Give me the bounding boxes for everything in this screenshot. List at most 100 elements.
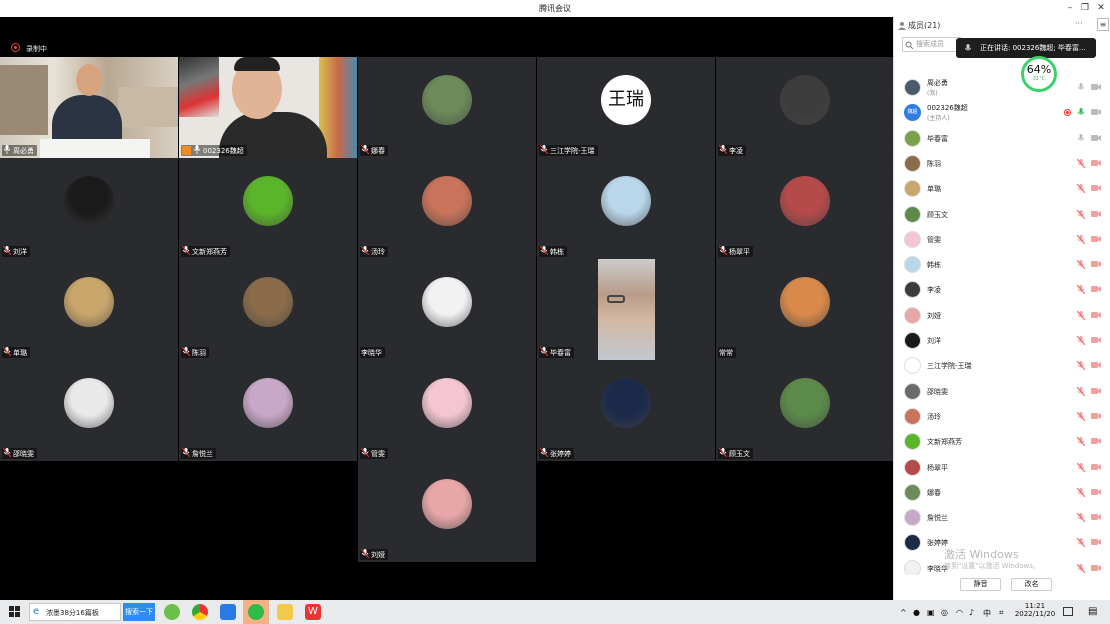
wps-icon[interactable]: W xyxy=(305,604,321,620)
volume-icon[interactable]: ♪ xyxy=(969,608,974,617)
tencent-meeting-icon[interactable] xyxy=(220,604,236,620)
mic-muted-icon[interactable] xyxy=(1076,563,1086,574)
member-row[interactable]: 三江学院-王瑞 xyxy=(894,353,1110,378)
participant-tile[interactable]: 杨翠平 xyxy=(716,158,894,259)
mic-muted-icon[interactable] xyxy=(1076,183,1086,194)
member-row[interactable]: 周必勇 (我) xyxy=(894,75,1110,100)
tray-mic-icon[interactable]: ● xyxy=(913,608,920,617)
participant-tile[interactable]: 李凌 xyxy=(716,57,894,158)
mic-muted-icon[interactable] xyxy=(1076,209,1086,219)
search-button[interactable]: 搜索一下 xyxy=(123,603,155,621)
minimize-icon[interactable]: – xyxy=(1063,2,1077,15)
participant-tile[interactable]: 单璐 xyxy=(0,259,178,360)
clock[interactable]: 11:21 2022/11/20 xyxy=(1014,602,1056,618)
participant-tile[interactable]: 周必勇 xyxy=(0,57,178,158)
camera-off-icon[interactable] xyxy=(1091,463,1101,471)
member-row[interactable]: 刘娅 xyxy=(894,303,1110,328)
mic-muted-icon[interactable] xyxy=(1076,462,1086,472)
mic-muted-icon[interactable] xyxy=(1076,310,1086,321)
camera-off-icon[interactable] xyxy=(1091,285,1101,293)
participant-tile[interactable]: 常常 xyxy=(716,259,894,360)
restore-icon[interactable]: ❐ xyxy=(1078,2,1092,15)
participant-tile[interactable]: 刘娅 xyxy=(358,461,536,562)
member-row[interactable]: 杨翠平 xyxy=(894,455,1110,480)
participant-tile[interactable]: 刘洋 xyxy=(0,158,178,259)
more-options-icon[interactable]: ··· xyxy=(1075,19,1083,28)
participant-tile[interactable]: 韩栋 xyxy=(537,158,715,259)
participant-tile[interactable]: 汤玲 xyxy=(358,158,536,259)
participant-tile[interactable]: 002326魏超 xyxy=(179,57,357,158)
camera-icon[interactable] xyxy=(1091,134,1101,142)
participant-tile[interactable]: 王瑞 三江学院-王瑞 xyxy=(537,57,715,158)
mic-muted-icon[interactable] xyxy=(1076,487,1086,498)
chrome-icon[interactable] xyxy=(192,604,208,620)
participant-tile[interactable]: 管雯 xyxy=(358,360,536,461)
camera-off-icon[interactable] xyxy=(1091,387,1101,395)
mic-muted-icon[interactable] xyxy=(1076,538,1086,548)
camera-off-icon[interactable] xyxy=(1091,260,1101,268)
tray-app-icon[interactable]: ▣ xyxy=(927,608,935,617)
participant-tile[interactable]: 文新郑燕芳 xyxy=(179,158,357,259)
camera-off-icon[interactable] xyxy=(1091,336,1101,344)
panel-menu-icon[interactable]: ≡ xyxy=(1097,18,1109,31)
mic-muted-icon[interactable] xyxy=(1076,436,1086,447)
camera-off-icon[interactable] xyxy=(1091,361,1101,369)
mic-muted-icon[interactable] xyxy=(1076,411,1086,422)
camera-off-icon[interactable] xyxy=(1091,564,1101,572)
tray-expand-icon[interactable]: ^ xyxy=(900,608,907,617)
participant-tile[interactable]: 邵晓雯 xyxy=(0,360,178,461)
mic-muted-icon[interactable] xyxy=(1076,386,1086,396)
participant-tile[interactable]: 张婷婷 xyxy=(537,360,715,461)
member-row[interactable]: 毕春富 xyxy=(894,126,1110,151)
participant-tile[interactable]: 李晓华 xyxy=(358,259,536,360)
tray-ime-icon[interactable]: ◎ xyxy=(941,608,948,617)
participant-tile[interactable]: 娜春 xyxy=(358,57,536,158)
camera-icon[interactable] xyxy=(1091,108,1101,116)
camera-off-icon[interactable] xyxy=(1091,513,1101,521)
keyboard-icon[interactable]: ⌗ xyxy=(999,608,1004,618)
camera-off-icon[interactable] xyxy=(1091,412,1101,420)
member-row[interactable]: 韩栋 xyxy=(894,252,1110,277)
mute-all-button[interactable]: 静音 xyxy=(960,578,1001,591)
rename-button[interactable]: 改名 xyxy=(1011,578,1052,591)
participant-tile[interactable]: 陈羽 xyxy=(179,259,357,360)
wechat-taskbar-item[interactable] xyxy=(243,600,269,624)
camera-off-icon[interactable] xyxy=(1091,311,1101,319)
mic-icon[interactable] xyxy=(1077,108,1085,117)
camera-off-icon[interactable] xyxy=(1091,210,1101,218)
network-icon[interactable]: ◠ xyxy=(956,608,963,617)
camera-off-icon[interactable] xyxy=(1091,488,1101,496)
camera-off-icon[interactable] xyxy=(1091,184,1101,192)
member-row[interactable]: 刘洋 xyxy=(894,328,1110,353)
mic-muted-icon[interactable] xyxy=(1076,285,1086,295)
mic-muted-icon[interactable] xyxy=(1076,234,1086,245)
windows-start-icon[interactable] xyxy=(9,606,21,618)
camera-off-icon[interactable] xyxy=(1091,538,1101,546)
ime-indicator[interactable]: 中 xyxy=(983,608,991,619)
member-row[interactable]: 娜春 xyxy=(894,480,1110,505)
mic-muted-icon[interactable] xyxy=(1076,335,1086,346)
file-explorer-icon[interactable] xyxy=(277,604,293,620)
member-row[interactable]: 陈羽 xyxy=(894,151,1110,176)
participant-tile[interactable]: 毕春富 xyxy=(537,259,715,360)
member-row[interactable]: 单璐 xyxy=(894,176,1110,201)
mic-muted-icon[interactable] xyxy=(1076,158,1086,169)
mic-muted-icon[interactable] xyxy=(1076,360,1086,371)
participant-tile[interactable]: 顾玉文 xyxy=(716,360,894,461)
member-row[interactable]: 管雯 xyxy=(894,227,1110,252)
member-row[interactable]: 魏超 002326魏超 (主持人) xyxy=(894,100,1110,125)
member-row[interactable]: 李凌 xyxy=(894,277,1110,302)
mic-muted-icon[interactable] xyxy=(1076,259,1086,270)
member-row[interactable]: 顾玉文 xyxy=(894,202,1110,227)
mic-muted-icon[interactable] xyxy=(1076,512,1086,523)
notification-icon[interactable]: ▤ xyxy=(1088,606,1097,617)
show-desktop-icon[interactable] xyxy=(1063,607,1073,616)
camera-off-icon[interactable] xyxy=(1091,235,1101,243)
camera-off-icon[interactable] xyxy=(1091,159,1101,167)
mic-icon[interactable] xyxy=(1077,133,1085,143)
camera-icon[interactable] xyxy=(1091,83,1101,91)
close-icon[interactable]: ✕ xyxy=(1094,2,1108,15)
browser-taskbar-item[interactable]: e 浓墨38分16篇板 xyxy=(29,603,121,621)
mic-icon[interactable] xyxy=(1077,83,1085,92)
member-row[interactable]: 詹悦兰 xyxy=(894,505,1110,530)
